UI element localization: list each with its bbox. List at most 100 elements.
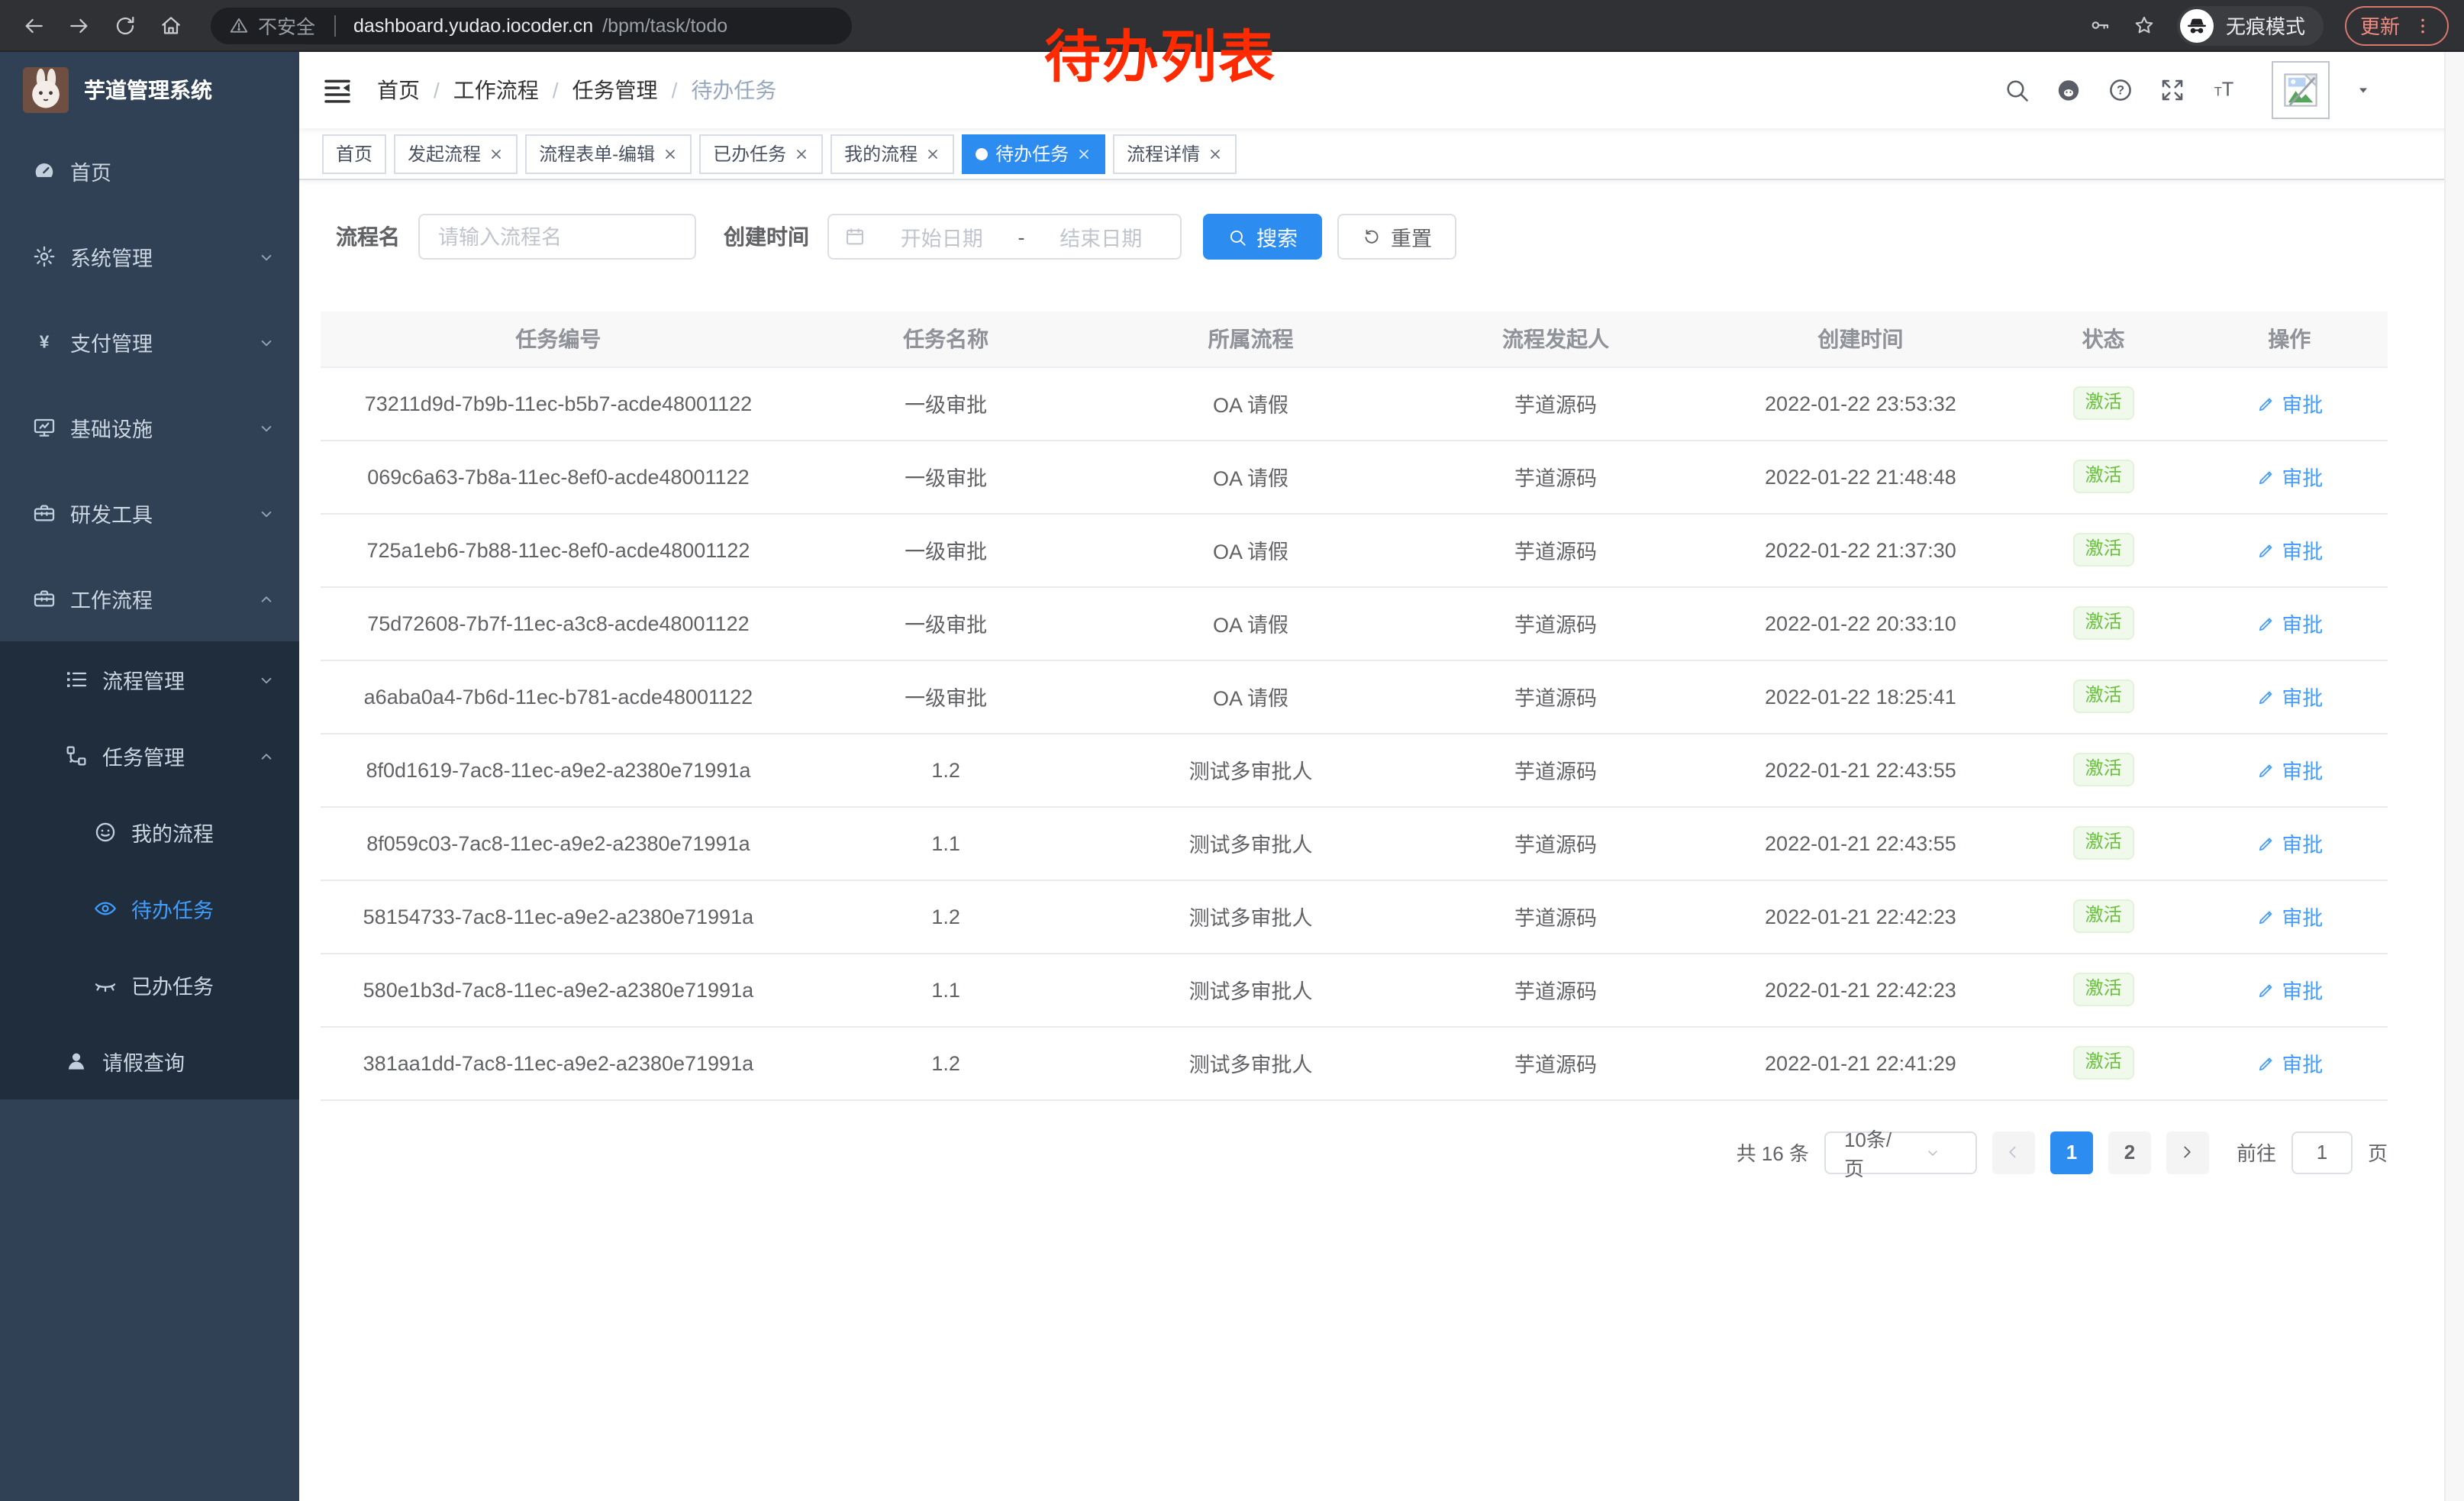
process-name-input[interactable] — [418, 214, 696, 260]
sidebar-item-done-task[interactable]: 已办任务 — [0, 947, 299, 1023]
tab-my-process[interactable]: 我的流程 — [830, 134, 954, 173]
approve-link[interactable]: 审批 — [2256, 1047, 2323, 1078]
sidebar-item-dev-tools[interactable]: 研发工具 — [0, 470, 299, 556]
breadcrumb-item[interactable]: 首页 — [377, 75, 420, 105]
tab-label: 我的流程 — [844, 140, 918, 166]
search-icon[interactable] — [2003, 76, 2030, 104]
chevron-down-icon — [256, 670, 276, 689]
sidebar-item-process-management[interactable]: 流程管理 — [0, 641, 299, 718]
sidebar-item-infrastructure[interactable]: 基础设施 — [0, 385, 299, 470]
tab-process-detail[interactable]: 流程详情 — [1113, 134, 1237, 173]
user-avatar[interactable] — [2272, 61, 2330, 119]
question-icon[interactable]: ? — [2107, 76, 2134, 104]
sidebar: 芋道管理系统 首页系统管理¥支付管理基础设施研发工具工作流程流程管理任务管理我的… — [0, 52, 299, 1501]
column-header: 操作 — [2191, 311, 2388, 366]
tab-home[interactable]: 首页 — [322, 134, 386, 173]
approve-link[interactable]: 审批 — [2256, 388, 2323, 418]
tab-label: 发起流程 — [408, 140, 481, 166]
browser-scrollbar[interactable] — [2444, 52, 2464, 1501]
sidebar-item-label: 任务管理 — [102, 741, 185, 771]
approve-link[interactable]: 审批 — [2256, 754, 2323, 785]
tab-start-process[interactable]: 发起流程 — [394, 134, 518, 173]
status-badge: 激活 — [2073, 460, 2134, 492]
sidebar-item-payment-management[interactable]: ¥支付管理 — [0, 299, 299, 385]
forward-icon[interactable] — [61, 7, 98, 44]
tab-form-edit[interactable]: 流程表单-编辑 — [525, 134, 692, 173]
approve-label: 审批 — [2282, 974, 2323, 1005]
table-row: 58154733-7ac8-11ec-a9e2-a2380e71991a1.2测… — [321, 880, 2388, 953]
table-header-row: 任务编号任务名称所属流程流程发起人创建时间状态操作 — [321, 311, 2388, 366]
tab-todo-task[interactable]: 待办任务 — [962, 134, 1105, 173]
tab-close-icon[interactable] — [663, 146, 678, 161]
cell-status: 激活 — [2016, 660, 2191, 733]
approve-link[interactable]: 审批 — [2256, 534, 2323, 565]
update-label: 更新 — [2360, 11, 2400, 40]
sidebar-item-system-management[interactable]: 系统管理 — [0, 214, 299, 299]
tab-label: 流程表单-编辑 — [539, 140, 655, 166]
approve-link[interactable]: 审批 — [2256, 901, 2323, 931]
search-button[interactable]: 搜索 — [1203, 214, 1322, 260]
page-number-2[interactable]: 2 — [2108, 1131, 2151, 1173]
chrome-update-button[interactable]: 更新 — [2345, 5, 2449, 45]
tab-close-icon[interactable] — [1076, 146, 1092, 161]
svg-text:T: T — [2222, 79, 2234, 101]
browser-menu-icon[interactable] — [2412, 15, 2433, 36]
eye-icon — [93, 896, 118, 921]
sidebar-collapse-icon[interactable] — [322, 75, 353, 105]
sidebar-item-leave-query[interactable]: 请假查询 — [0, 1023, 299, 1099]
approve-link[interactable]: 审批 — [2256, 681, 2323, 712]
incognito-label: 无痕模式 — [2226, 11, 2305, 40]
fontsize-icon[interactable]: TT — [2211, 76, 2238, 104]
next-page-button[interactable] — [2166, 1131, 2209, 1173]
pagination: 共 16 条 10条/页 12 前往 页 — [321, 1131, 2388, 1173]
app-logo[interactable]: 芋道管理系统 — [0, 52, 299, 128]
back-icon[interactable] — [15, 7, 52, 44]
fullscreen-icon[interactable] — [2159, 76, 2186, 104]
dashboard-icon — [32, 159, 56, 183]
page-number-1[interactable]: 1 — [2050, 1131, 2093, 1173]
cell-name: 一级审批 — [796, 586, 1096, 660]
tab-close-icon[interactable] — [489, 146, 504, 161]
github-icon[interactable] — [2055, 76, 2082, 104]
cell-id: 580e1b3d-7ac8-11ec-a9e2-a2380e71991a — [321, 953, 796, 1026]
reset-button[interactable]: 重置 — [1337, 214, 1456, 260]
password-key-icon[interactable] — [2088, 14, 2111, 37]
not-secure-warning-icon[interactable] — [229, 15, 249, 35]
bookmark-star-icon[interactable] — [2133, 14, 2156, 37]
tab-done-task[interactable]: 已办任务 — [699, 134, 823, 173]
date-range-picker[interactable]: 开始日期 - 结束日期 — [827, 214, 1182, 260]
cell-action: 审批 — [2191, 586, 2388, 660]
approve-link[interactable]: 审批 — [2256, 974, 2323, 1005]
goto-page-input[interactable] — [2291, 1131, 2353, 1173]
prev-page-button[interactable] — [1992, 1131, 2035, 1173]
sidebar-item-todo-task[interactable]: 待办任务 — [0, 870, 299, 947]
reload-icon[interactable] — [107, 7, 144, 44]
approve-link[interactable]: 审批 — [2256, 828, 2323, 858]
flow-icon — [64, 744, 89, 768]
start-date-placeholder: 开始日期 — [878, 221, 1006, 252]
breadcrumb-item[interactable]: 任务管理 — [572, 75, 658, 105]
breadcrumb-item: 待办任务 — [691, 75, 776, 105]
breadcrumb-separator: / — [434, 78, 440, 102]
page-size-select[interactable]: 10条/页 — [1824, 1131, 1977, 1173]
sidebar-item-my-process[interactable]: 我的流程 — [0, 794, 299, 870]
pencil-icon — [2256, 613, 2275, 633]
address-bar[interactable]: 不安全 dashboard.yudao.iocoder.cn/bpm/task/… — [211, 7, 852, 44]
active-tab-dot — [976, 147, 988, 160]
table-row: 069c6a63-7b8a-11ec-8ef0-acde48001122一级审批… — [321, 440, 2388, 513]
approve-link[interactable]: 审批 — [2256, 608, 2323, 638]
home-icon[interactable] — [153, 7, 189, 44]
search-icon — [1227, 227, 1247, 247]
approve-label: 审批 — [2282, 754, 2323, 785]
tab-close-icon[interactable] — [794, 146, 809, 161]
breadcrumb-item[interactable]: 工作流程 — [453, 75, 539, 105]
cell-created: 2022-01-21 22:43:55 — [1705, 806, 2015, 880]
sidebar-item-workflow[interactable]: 工作流程 — [0, 556, 299, 641]
approve-link[interactable]: 审批 — [2256, 461, 2323, 492]
column-header: 任务名称 — [796, 311, 1096, 366]
url-host: dashboard.yudao.iocoder.cn — [353, 15, 593, 36]
tab-close-icon[interactable] — [1208, 146, 1223, 161]
sidebar-item-task-management[interactable]: 任务管理 — [0, 718, 299, 794]
sidebar-item-home[interactable]: 首页 — [0, 128, 299, 214]
tab-close-icon[interactable] — [925, 146, 940, 161]
